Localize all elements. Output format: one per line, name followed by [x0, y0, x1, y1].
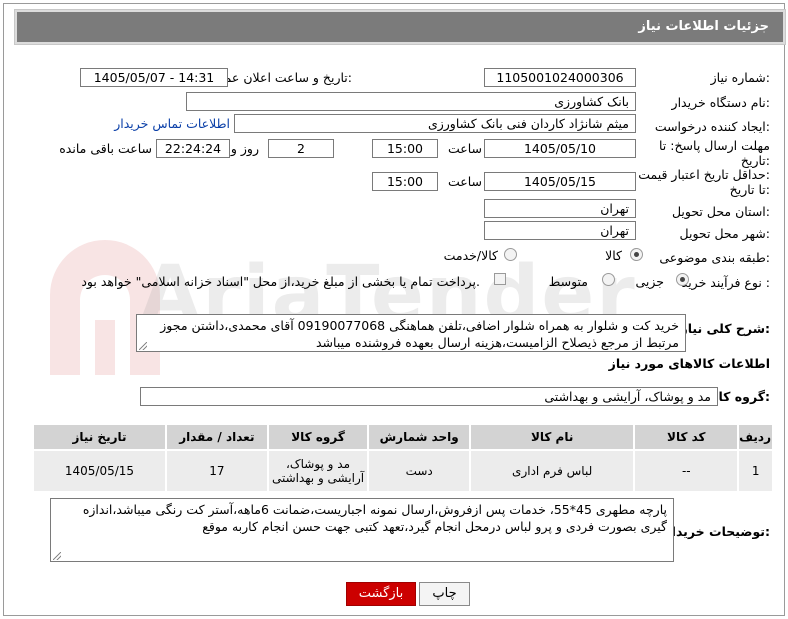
purchase-process-label: نوع فرآیند خرید :: [681, 275, 770, 290]
hours-left-label: ساعت باقی مانده: [59, 141, 152, 156]
cell-group: مد و پوشاک، آرایشی و بهداشتی: [266, 449, 370, 493]
deadline-label-line2: تاریخ:: [740, 153, 770, 168]
deadline-label-line1: مهلت ارسال پاسخ: تا: [659, 138, 770, 153]
cell-need-date: 1405/05/15: [32, 449, 167, 493]
col-header-unit: واحد شمارش: [367, 423, 472, 451]
price-validity-time-field: 15:00: [372, 172, 438, 191]
col-header-quantity: تعداد / مقدار: [164, 423, 269, 451]
requester-label: ایجاد کننده درخواست:: [654, 119, 770, 134]
col-header-group: گروه کالا: [266, 423, 370, 451]
general-desc-textarea[interactable]: خرید کت و شلوار به همراه شلوار اضافی،تلف…: [136, 314, 686, 352]
time-left-field: 22:24:24: [156, 139, 230, 158]
need-number-label: شماره نیاز:: [710, 70, 770, 85]
delivery-city-label: شهر محل تحویل:: [679, 226, 770, 241]
payment-note-checkbox[interactable]: [494, 273, 506, 285]
price-validity-label: حداقل تاریخ اعتبار قیمت: تا تاریخ:: [638, 167, 770, 197]
process-radio-medium[interactable]: [602, 273, 615, 286]
goods-table: ردیف کد کالا نام کالا واحد شمارش گروه کا…: [32, 423, 774, 493]
goods-group-field: مد و پوشاک، آرایشی و بهداشتی: [140, 387, 718, 406]
table-header-row: ردیف کد کالا نام کالا واحد شمارش گروه کا…: [32, 423, 774, 451]
buyer-contact-link[interactable]: اطلاعات تماس خریدار: [114, 116, 230, 131]
resize-handle-icon[interactable]: [139, 342, 147, 350]
cell-item-name: لباس فرم اداری: [469, 449, 636, 493]
cell-quantity: 17: [164, 449, 269, 493]
day-and-label: روز و: [230, 141, 259, 156]
cell-item-code: --: [633, 449, 740, 493]
price-validity-label-line1: حداقل تاریخ اعتبار قیمت:: [638, 167, 770, 182]
need-number-field: 1105001024000306: [484, 68, 636, 87]
cell-row-number: 1: [737, 449, 774, 493]
col-header-need-date: تاریخ نیاز: [32, 423, 167, 451]
col-header-item-code: کد کالا: [633, 423, 740, 451]
general-desc-text: خرید کت و شلوار به همراه شلوار اضافی،تلف…: [160, 318, 679, 350]
payment-note-text: پرداخت تمام یا بخشی از مبلغ خرید،از محل …: [81, 274, 480, 289]
col-header-item-name: نام کالا: [469, 423, 636, 451]
deadline-label: مهلت ارسال پاسخ: تا تاریخ:: [659, 138, 770, 168]
process-option-minor: جزیی: [635, 274, 664, 289]
page-header: جزئیات اطلاعات نیاز: [14, 9, 786, 45]
delivery-province-field: تهران: [484, 199, 636, 218]
price-validity-hour-label: ساعت: [447, 174, 482, 189]
deadline-date-field: 1405/05/10: [484, 139, 636, 158]
buyer-notes-textarea[interactable]: پارچه مطهری 45*55، خدمات پس ازفروش،ارسال…: [50, 498, 674, 562]
resize-handle-icon[interactable]: [53, 552, 61, 560]
price-validity-date-field: 1405/05/15: [484, 172, 636, 191]
delivery-city-field: تهران: [484, 221, 636, 240]
price-validity-label-line2: تا تاریخ:: [729, 182, 770, 197]
page-title: جزئیات اطلاعات نیاز: [638, 19, 769, 34]
general-desc-label: شرح کلی نیاز:: [680, 321, 771, 336]
category-radio-goods[interactable]: [630, 248, 643, 261]
table-row: 1 -- لباس فرم اداری دست مد و پوشاک، آرای…: [32, 449, 774, 493]
deadline-time-field: 15:00: [372, 139, 438, 158]
category-radio-goods-service[interactable]: [504, 248, 517, 261]
days-left-field: 2: [268, 139, 334, 158]
goods-info-heading: اطلاعات کالاهای مورد نیاز: [608, 356, 770, 371]
buyer-org-field: بانک کشاورزی: [186, 92, 636, 111]
process-option-medium: متوسط: [548, 274, 588, 289]
buyer-org-label: نام دستگاه خریدار:: [671, 95, 770, 110]
requester-field: میثم شانژاد کاردان فنی بانک کشاورزی: [234, 114, 636, 133]
print-button[interactable]: چاپ: [419, 582, 470, 606]
category-option-goods: کالا: [605, 248, 622, 263]
delivery-province-label: استان محل تحویل:: [671, 204, 770, 219]
announce-datetime-field: 1405/05/07 - 14:31: [80, 68, 228, 87]
buyer-notes-label: توضیحات خریدار:: [664, 524, 770, 539]
col-header-row-number: ردیف: [737, 423, 774, 451]
buyer-notes-text: پارچه مطهری 45*55، خدمات پس ازفروش،ارسال…: [82, 502, 667, 534]
cell-unit: دست: [367, 449, 472, 493]
back-button[interactable]: بازگشت: [346, 582, 416, 606]
goods-group-label: گروه کالا:: [709, 389, 770, 404]
category-label: طبقه بندی موضوعی:: [659, 250, 770, 265]
deadline-hour-label: ساعت: [447, 141, 482, 156]
category-option-goods-service: کالا/خدمت: [443, 248, 498, 263]
process-radio-minor[interactable]: [676, 273, 689, 286]
